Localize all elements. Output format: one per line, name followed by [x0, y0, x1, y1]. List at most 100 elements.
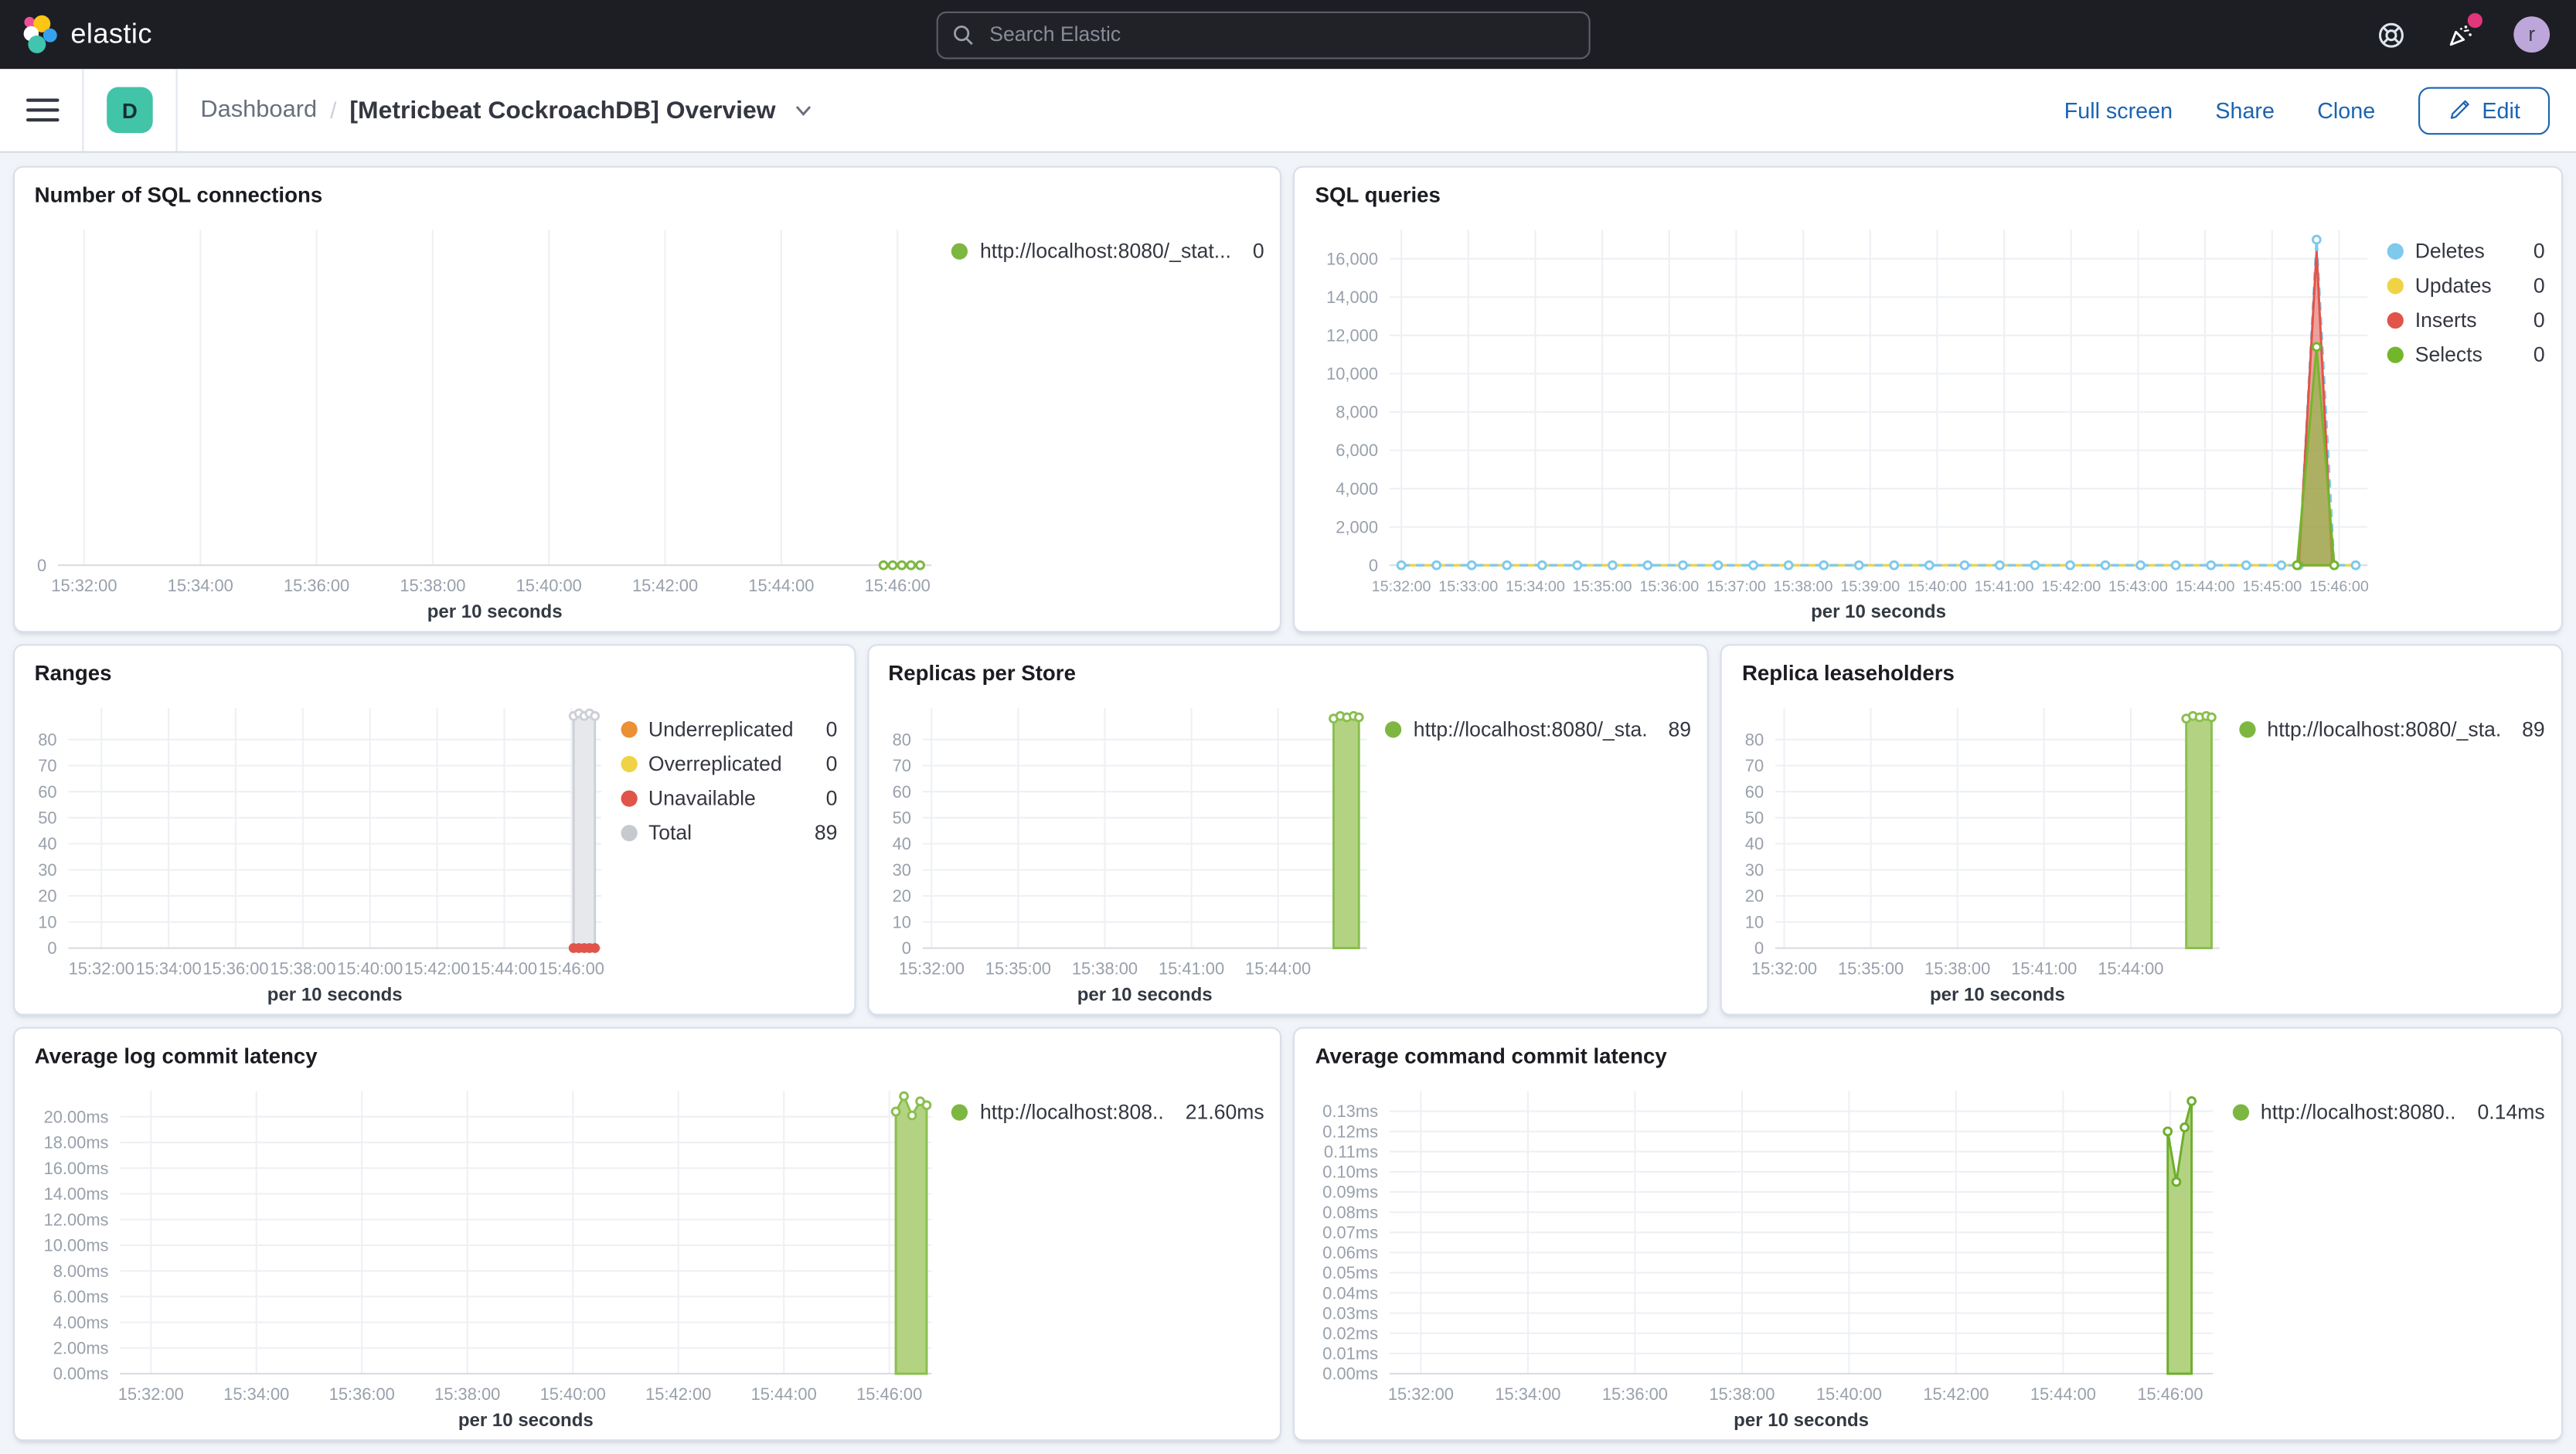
svg-text:15:42:00: 15:42:00 — [632, 576, 698, 595]
legend-series-value: 0 — [2533, 308, 2545, 332]
svg-text:15:35:00: 15:35:00 — [1839, 959, 1904, 979]
legend-item[interactable]: http://localhost:8080/_stat... 0 — [951, 240, 1264, 264]
legend-series-label: http://localhost:8080/_sta... — [2267, 717, 2501, 741]
svg-text:15:46:00: 15:46:00 — [856, 1384, 922, 1404]
ranges-chart[interactable]: 15:32:00 15:34:00 15:36:00 15:38:00 15:40:00… — [28, 695, 607, 1007]
chart-legend: http://localhost:8080/_sta... 89 — [1385, 689, 1691, 1007]
legend-item[interactable]: Updates 0 — [2387, 274, 2545, 298]
legend-series-label: http://localhost:8080... — [2260, 1101, 2456, 1124]
svg-text:per 10 seconds: per 10 seconds — [1077, 985, 1212, 1006]
help-icon[interactable] — [2376, 20, 2405, 49]
svg-text:15:41:00: 15:41:00 — [1158, 959, 1223, 979]
svg-text:15:46:00: 15:46:00 — [2138, 1384, 2203, 1404]
user-avatar[interactable]: r — [2513, 16, 2550, 53]
svg-text:15:40:00: 15:40:00 — [1908, 578, 1968, 595]
legend-item[interactable]: Overreplicated 0 — [620, 753, 837, 775]
legend-series-value: 21.60ms — [1185, 1101, 1264, 1124]
svg-text:0.12ms: 0.12ms — [1323, 1122, 1379, 1141]
legend-series-dot — [2387, 278, 2404, 295]
svg-text:15:38:00: 15:38:00 — [270, 959, 335, 979]
svg-text:18.00ms: 18.00ms — [44, 1133, 109, 1153]
svg-text:15:44:00: 15:44:00 — [751, 1384, 817, 1404]
legend-series-dot — [2232, 1104, 2250, 1121]
clone-button[interactable]: Clone — [2317, 97, 2375, 122]
panel-title: Number of SQL connections — [34, 182, 323, 207]
legend-item[interactable]: Deletes 0 — [2387, 240, 2545, 263]
svg-text:0.08ms: 0.08ms — [1323, 1203, 1379, 1222]
svg-text:0.04ms: 0.04ms — [1323, 1283, 1379, 1302]
legend-item[interactable]: http://localhost:8080/_sta... 89 — [2239, 717, 2545, 741]
svg-text:15:36:00: 15:36:00 — [329, 1384, 395, 1404]
svg-text:15:46:00: 15:46:00 — [2310, 578, 2370, 595]
legend-item[interactable]: Underreplicated 0 — [620, 718, 837, 741]
svg-text:15:32:00: 15:32:00 — [118, 1384, 184, 1404]
svg-text:15:42:00: 15:42:00 — [1924, 1384, 1989, 1404]
svg-text:15:32:00: 15:32:00 — [1373, 578, 1432, 595]
elastic-logo[interactable]: elastic — [20, 13, 152, 56]
sql-connections-chart[interactable]: 15:32:00 15:34:00 15:36:00 15:38:00 15:40:00… — [28, 217, 939, 625]
svg-text:15:44:00: 15:44:00 — [2176, 578, 2236, 595]
legend-series-label: Unavailable — [648, 787, 756, 810]
svg-text:15:42:00: 15:42:00 — [645, 1384, 711, 1404]
svg-text:15:34:00: 15:34:00 — [1496, 1384, 1561, 1404]
avg-log-commit-latency-chart[interactable]: 15:32:00 15:34:00 15:36:00 15:38:00 15:40:00… — [28, 1078, 939, 1432]
global-search — [937, 10, 1591, 59]
legend-series-dot — [2239, 721, 2256, 738]
svg-text:60: 60 — [38, 782, 56, 802]
dashboard-app-badge[interactable]: D — [107, 87, 153, 134]
panel-average-command-commit-latency: Average command commit latency 15:32:00 1… — [1293, 1027, 2564, 1442]
svg-text:15:34:00: 15:34:00 — [168, 576, 233, 595]
svg-text:20: 20 — [892, 887, 910, 906]
svg-text:16.00ms: 16.00ms — [44, 1159, 109, 1178]
panel-replicas-per-store: Replicas per Store 15:32:00 15:35:00 15:38… — [866, 644, 1710, 1016]
menu-button[interactable] — [26, 98, 60, 122]
svg-text:15:36:00: 15:36:00 — [1603, 1384, 1669, 1404]
breadcrumb-dashboard[interactable]: Dashboard — [200, 97, 317, 123]
svg-text:70: 70 — [38, 756, 56, 775]
svg-text:15:40:00: 15:40:00 — [337, 959, 403, 979]
legend-series-label: Updates — [2414, 274, 2492, 298]
legend-item[interactable]: Inserts 0 — [2387, 309, 2545, 332]
edit-button-label: Edit — [2482, 97, 2520, 123]
legend-item[interactable]: Selects 0 — [2387, 343, 2545, 366]
legend-item[interactable]: Unavailable 0 — [620, 787, 837, 810]
replica-leaseholders-chart[interactable]: 15:32:00 15:35:00 15:38:00 15:41:00 15:44:00… — [1735, 695, 2226, 1007]
replicas-per-store-chart[interactable]: 15:32:00 15:35:00 15:38:00 15:41:00 15:44:00… — [882, 695, 1373, 1007]
svg-text:6.00ms: 6.00ms — [53, 1287, 109, 1306]
avg-command-commit-latency-chart[interactable]: 15:32:00 15:34:00 15:36:00 15:38:00 15:40:00… — [1308, 1078, 2220, 1432]
svg-text:15:38:00: 15:38:00 — [434, 1384, 500, 1404]
legend-item[interactable]: http://localhost:808... 21.60ms — [951, 1101, 1264, 1124]
legend-series-value: 0.14ms — [2477, 1101, 2545, 1124]
search-input[interactable] — [986, 21, 1575, 48]
legend-series-value: 0 — [2533, 240, 2545, 264]
svg-text:per 10 seconds: per 10 seconds — [427, 601, 563, 622]
svg-text:15:36:00: 15:36:00 — [284, 576, 349, 595]
chevron-down-icon[interactable] — [792, 99, 815, 122]
svg-text:15:35:00: 15:35:00 — [985, 959, 1050, 979]
svg-text:0.02ms: 0.02ms — [1323, 1324, 1379, 1343]
full-screen-button[interactable]: Full screen — [2064, 97, 2173, 122]
svg-text:15:35:00: 15:35:00 — [1574, 578, 1633, 595]
pencil-icon — [2450, 100, 2469, 119]
legend-item[interactable]: http://localhost:8080/_sta... 89 — [1385, 718, 1691, 741]
sql-queries-chart[interactable]: 15:32:00 15:33:00 15:34:00 15:35:00 15:36:00… — [1308, 217, 2374, 625]
news-party-popper-icon[interactable] — [2445, 13, 2482, 49]
svg-text:12,000: 12,000 — [1327, 326, 1379, 346]
legend-item[interactable]: http://localhost:8080... 0.14ms — [2232, 1101, 2545, 1124]
svg-text:15:32:00: 15:32:00 — [51, 576, 117, 595]
svg-text:50: 50 — [892, 809, 910, 828]
svg-text:40: 40 — [892, 834, 910, 853]
legend-item[interactable]: Total 89 — [620, 822, 837, 845]
legend-series-label: http://localhost:8080/_stat... — [979, 240, 1231, 264]
chart-legend: http://localhost:8080/_sta... 89 — [2239, 689, 2545, 1007]
share-button[interactable]: Share — [2215, 97, 2275, 122]
svg-text:70: 70 — [892, 756, 910, 775]
panel-average-log-commit-latency: Average log commit latency 15:32:00 15:34… — [13, 1027, 1283, 1442]
svg-text:15:46:00: 15:46:00 — [539, 959, 604, 979]
edit-button[interactable]: Edit — [2418, 86, 2550, 135]
svg-text:0: 0 — [37, 556, 46, 575]
legend-series-label: Inserts — [2414, 308, 2477, 332]
svg-text:80: 80 — [1746, 730, 1764, 749]
svg-text:15:32:00: 15:32:00 — [898, 959, 964, 979]
svg-text:30: 30 — [892, 860, 910, 880]
